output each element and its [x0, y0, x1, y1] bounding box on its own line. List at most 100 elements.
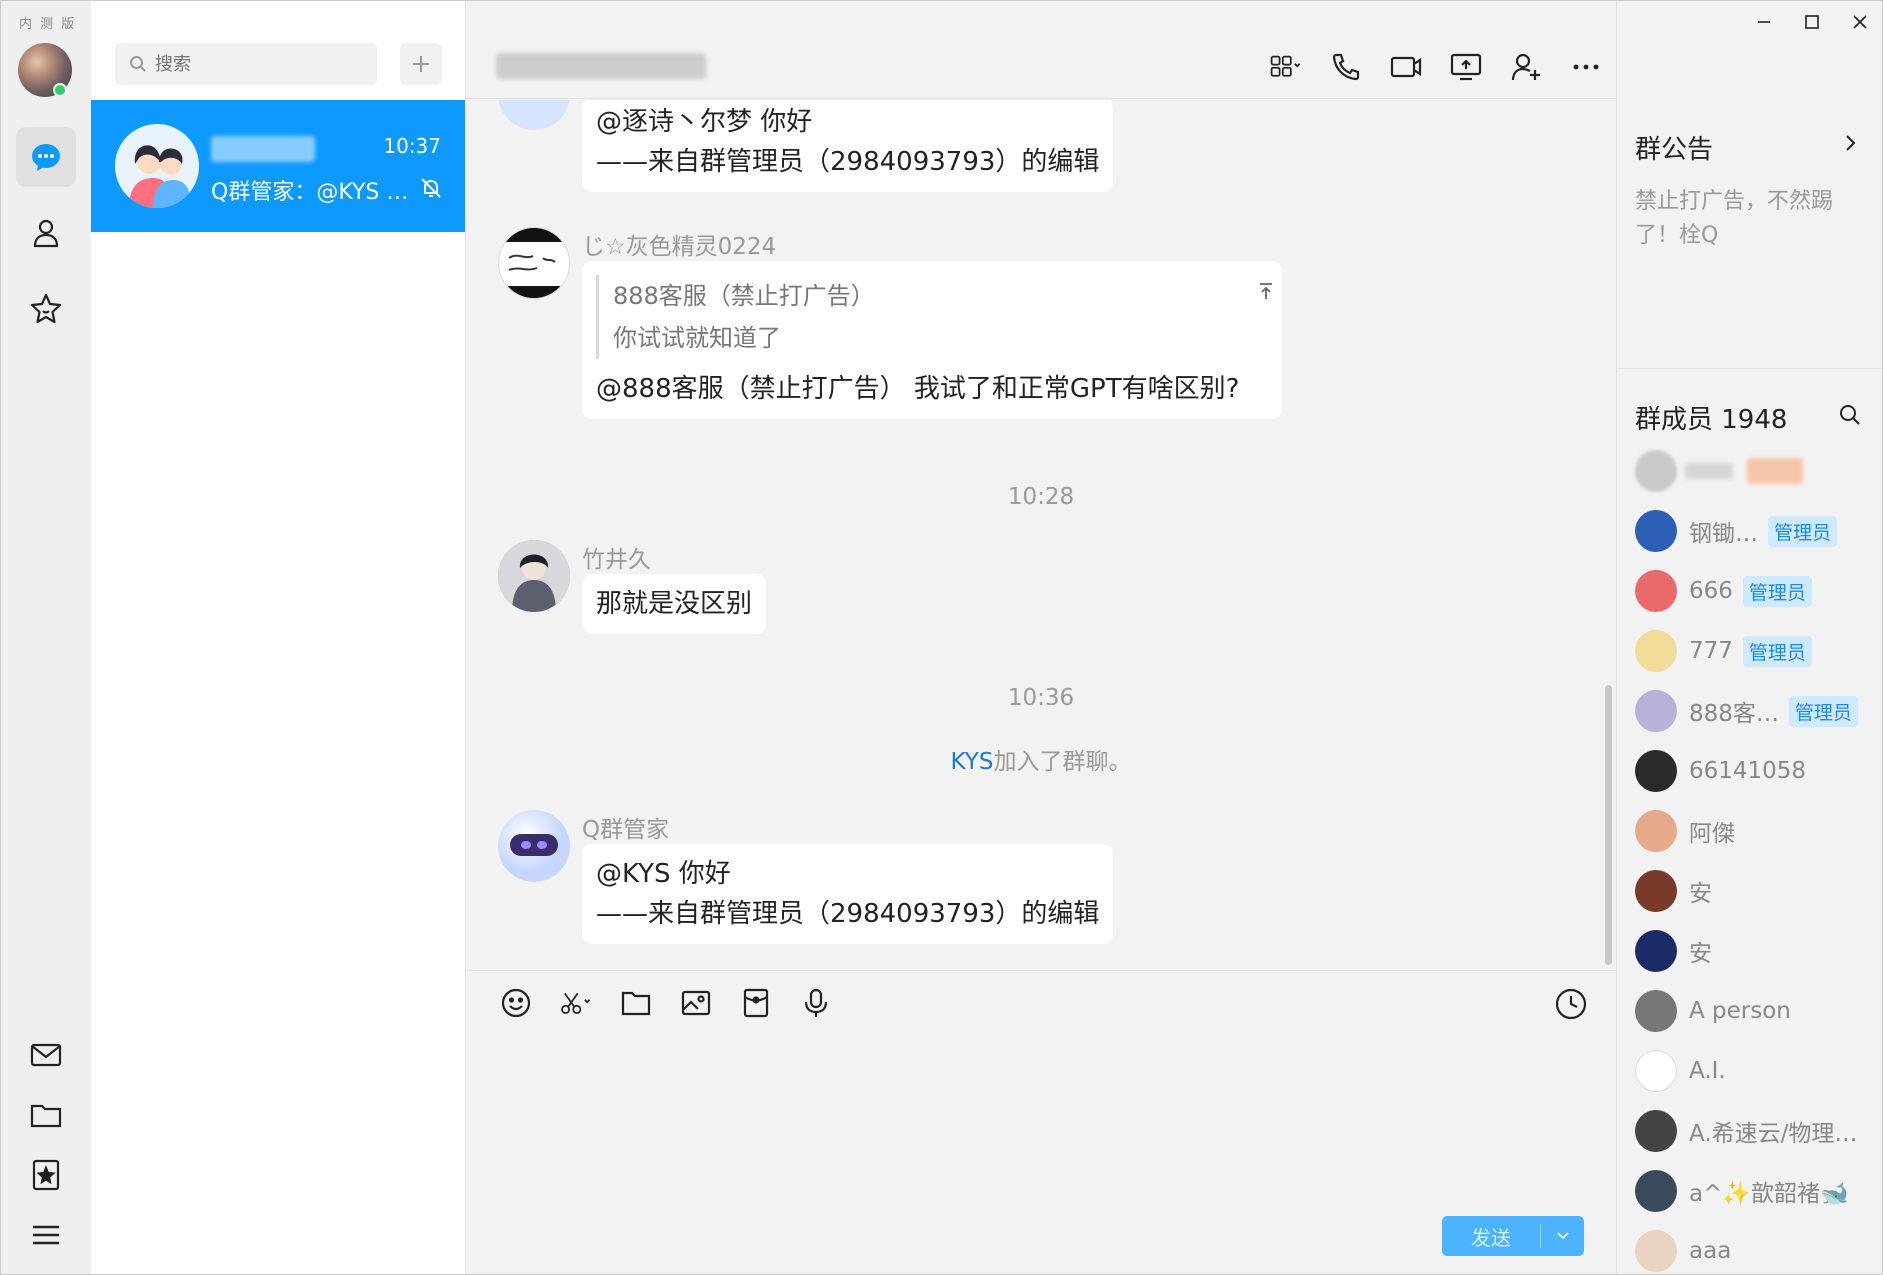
conversation-item[interactable]: 10:37 Q群管家：@KYS 你好 [91, 100, 465, 232]
member-item[interactable]: 阿傑 [1635, 809, 1875, 853]
message-line: @逐诗丶尔梦 你好 [596, 107, 813, 137]
quoted-message[interactable]: 888客服（禁止打广告） 你试试就知道了 [596, 275, 1272, 359]
search-icon [130, 56, 146, 72]
member-item[interactable]: 钢锄… 管理员 [1635, 509, 1875, 553]
jump-to-quote-icon[interactable] [1256, 281, 1276, 301]
more-options-button[interactable] [1556, 47, 1616, 87]
member-item[interactable]: A.希速云/物理… [1635, 1109, 1875, 1153]
nav-mail[interactable] [16, 1025, 76, 1085]
member-item[interactable]: A person [1635, 989, 1875, 1033]
search-icon[interactable] [1838, 403, 1862, 427]
search-box[interactable] [115, 43, 377, 85]
nav-favorites[interactable] [16, 279, 76, 339]
admin-badge: 管理员 [1742, 575, 1812, 607]
member-item[interactable]: 66141058 [1635, 749, 1875, 793]
nav-bookmarks[interactable] [16, 1145, 76, 1205]
message-bubble[interactable]: @逐诗丶尔梦 你好 ——来自群管理员（2984093793）的编辑 [582, 100, 1114, 192]
message-avatar[interactable] [498, 227, 570, 299]
voice-button[interactable] [786, 983, 846, 1023]
member-item[interactable]: 777 管理员 [1635, 629, 1875, 673]
member-avatar [1635, 750, 1677, 792]
close-button[interactable] [1836, 7, 1882, 37]
conversation-name-redacted [211, 136, 315, 162]
member-name: 钢锄… [1689, 521, 1758, 547]
apps-button[interactable] [1256, 47, 1316, 87]
member-avatar [1635, 510, 1677, 552]
video-call-button[interactable] [1376, 47, 1436, 87]
beta-label: 内 测 版 [19, 17, 77, 32]
member-avatar [1635, 630, 1677, 672]
send-button[interactable]: 发送 [1442, 1216, 1584, 1256]
file-button[interactable] [606, 983, 666, 1023]
message-bubble[interactable]: 那就是没区别 [582, 574, 767, 634]
notice-text: 禁止打广告，不然踢了！栓Q [1635, 189, 1834, 248]
member-item[interactable] [1635, 449, 1875, 493]
screen-share-button[interactable] [1436, 47, 1496, 87]
member-avatar [1635, 1110, 1677, 1152]
message-line: ——来自群管理员（2984093793）的编辑 [596, 147, 1100, 177]
message-scrollbar[interactable] [1605, 685, 1612, 965]
member-item[interactable]: a^✨歆韶褚🐋 [1635, 1169, 1875, 1213]
voice-call-button[interactable] [1316, 47, 1376, 87]
member-avatar [1635, 1230, 1677, 1272]
maximize-icon [1805, 15, 1819, 29]
emoji-button[interactable] [486, 983, 546, 1023]
member-item[interactable]: 安 [1635, 929, 1875, 973]
message-bubble[interactable]: 888客服（禁止打广告） 你试试就知道了 @888客服（禁止打广告） 我试了和正… [582, 261, 1282, 419]
search-input[interactable] [155, 53, 355, 75]
invite-member-button[interactable] [1496, 47, 1556, 87]
member-item[interactable]: aaa [1635, 1229, 1875, 1273]
nav-contacts[interactable] [16, 203, 76, 263]
nav-messages[interactable] [16, 127, 76, 187]
message-bubble[interactable]: @KYS 你好 ——来自群管理员（2984093793）的编辑 [582, 844, 1114, 944]
bookmark-star-icon [32, 1159, 60, 1191]
message-avatar[interactable] [498, 100, 570, 130]
minimize-icon [1758, 21, 1770, 23]
red-envelope-icon [743, 988, 769, 1018]
app-window: 内 测 版 搜索 10:37 Q群管家：@KYS 你好 @逐诗丶尔梦 你好 ——… [0, 0, 1883, 1275]
maximize-button[interactable] [1788, 7, 1836, 37]
member-name: 安 [1689, 941, 1712, 967]
member-item[interactable]: 安 [1635, 869, 1875, 913]
create-button[interactable] [400, 43, 442, 85]
message-line: ——来自群管理员（2984093793）的编辑 [596, 899, 1100, 929]
member-name: aaa [1689, 1238, 1732, 1264]
mail-icon [30, 1043, 62, 1067]
message-avatar[interactable] [498, 540, 570, 612]
member-name: 666 [1689, 578, 1733, 604]
member-avatar [1635, 870, 1677, 912]
chevron-right-icon[interactable] [1840, 131, 1860, 155]
member-item[interactable]: A.I. [1635, 1049, 1875, 1093]
conversation-list: 10:37 Q群管家：@KYS 你好 [91, 1, 466, 1274]
hamburger-menu-icon [33, 1225, 59, 1245]
add-person-icon [1511, 53, 1540, 81]
chat-panel: @逐诗丶尔梦 你好 ——来自群管理员（2984093793）的编辑 じ☆灰色精灵… [466, 1, 1616, 1274]
member-avatar [1635, 990, 1677, 1032]
minimize-button[interactable] [1740, 7, 1788, 37]
nav-menu[interactable] [16, 1205, 76, 1265]
group-notice[interactable]: 群公告 禁止打广告，不然踢了！栓Q [1617, 99, 1882, 369]
red-packet-button[interactable] [726, 983, 786, 1023]
member-name: A.I. [1689, 1058, 1726, 1084]
sender-name: じ☆灰色精灵0224 [582, 234, 777, 260]
group-info-panel: 群公告 禁止打广告，不然踢了！栓Q 群成员 1948 钢锄… 管理员 666 管… [1616, 1, 1882, 1274]
person-icon [33, 219, 59, 248]
screenshot-button[interactable] [546, 983, 606, 1023]
member-avatar [1635, 570, 1677, 612]
message-avatar[interactable] [498, 810, 570, 882]
member-name: A.希速云/物理… [1689, 1121, 1858, 1147]
nav-folder[interactable] [16, 1085, 76, 1145]
system-user-link[interactable]: KYS [951, 749, 994, 775]
send-options-button[interactable] [1541, 1231, 1584, 1241]
system-message-text: 加入了群聊。 [993, 749, 1132, 775]
member-avatar [1635, 930, 1677, 972]
image-button[interactable] [666, 983, 726, 1023]
sender-name: Q群管家 [582, 817, 670, 843]
member-avatar [1635, 1050, 1677, 1092]
clock-icon[interactable] [1554, 987, 1588, 1021]
quote-text: 你试试就知道了 [613, 324, 781, 352]
member-item[interactable]: 666 管理员 [1635, 569, 1875, 613]
member-item[interactable]: 888客… 管理员 [1635, 689, 1875, 733]
emoji-icon [501, 988, 531, 1018]
header-actions [1256, 47, 1616, 87]
